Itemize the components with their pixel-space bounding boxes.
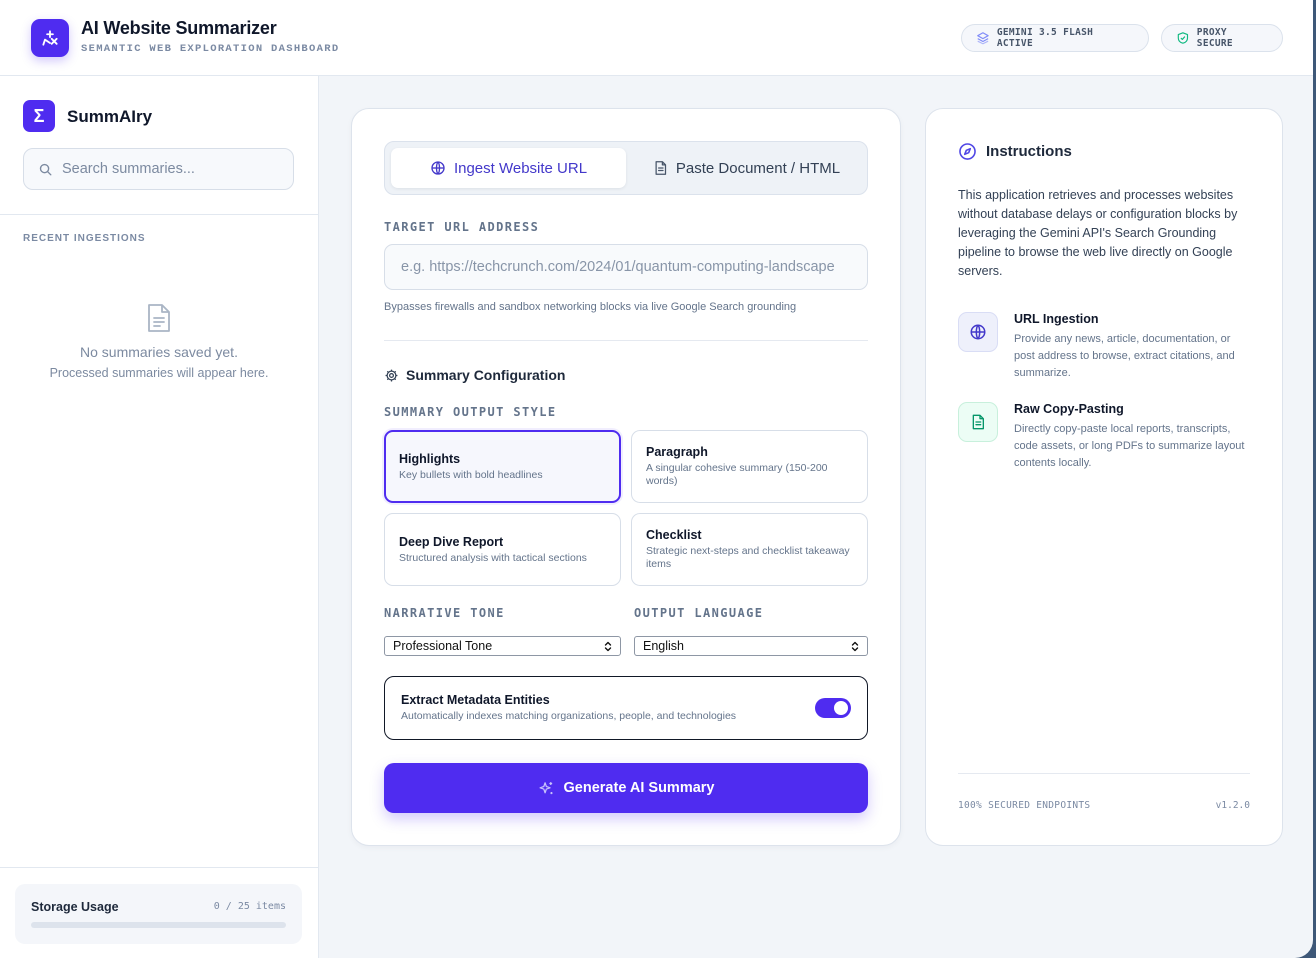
proxy-status-label: PROXY SECURE bbox=[1196, 27, 1233, 49]
storage-count: 0 / 25 items bbox=[213, 901, 286, 912]
globe-icon bbox=[970, 324, 986, 340]
search-icon bbox=[39, 163, 52, 175]
search-box bbox=[23, 148, 294, 190]
feature-description: Directly copy-paste local reports, trans… bbox=[1014, 423, 1245, 469]
brand-name: SummAIry bbox=[67, 107, 153, 126]
generate-summary-label: Generate AI Summary bbox=[563, 780, 715, 796]
tab-ingest-url[interactable]: Ingest Website URL bbox=[391, 148, 626, 188]
summarizer-form-card: Ingest Website URL Paste Document / HTML… bbox=[351, 108, 901, 846]
metadata-option-title: Extract Metadata Entities bbox=[401, 693, 550, 707]
compass-icon bbox=[959, 143, 976, 160]
instructions-title: Instructions bbox=[986, 143, 1072, 160]
select-arrows-icon bbox=[851, 641, 859, 651]
security-footer-label: 100% SECURED ENDPOINTS bbox=[958, 800, 1091, 811]
style-option-description: Structured analysis with tactical sectio… bbox=[399, 551, 587, 564]
brand-logo: Σ bbox=[23, 100, 55, 132]
sidebar-divider bbox=[0, 214, 318, 215]
style-option-title: Checklist bbox=[646, 528, 702, 542]
summary-configuration-heading: Summary Configuration bbox=[384, 367, 565, 383]
document-icon bbox=[655, 161, 666, 175]
feature-title: Raw Copy-Pasting bbox=[1014, 402, 1124, 416]
narrative-tone-label: NARRATIVE TONE bbox=[384, 606, 505, 620]
instructions-heading: Instructions bbox=[958, 142, 1072, 161]
toggle-knob bbox=[834, 701, 848, 715]
empty-state-title: No summaries saved yet. bbox=[80, 344, 238, 360]
url-field-label: TARGET URL ADDRESS bbox=[384, 220, 540, 234]
recent-ingestions-heading: RECENT INGESTIONS bbox=[23, 233, 146, 244]
version-label: v1.2.0 bbox=[1215, 800, 1250, 811]
style-option-title: Deep Dive Report bbox=[399, 534, 504, 549]
metadata-option-description: Automatically indexes matching organizat… bbox=[401, 710, 737, 722]
document-icon bbox=[148, 304, 170, 332]
url-hint: Bypasses firewalls and sandbox networkin… bbox=[384, 301, 797, 313]
style-option-checklist[interactable]: Checklist Strategic next-steps and check… bbox=[631, 513, 868, 586]
metadata-toggle[interactable] bbox=[815, 698, 851, 718]
gear-icon bbox=[385, 369, 398, 381]
sidebar-bottom-divider bbox=[0, 867, 318, 868]
select-arrows-icon bbox=[604, 641, 612, 651]
model-status-badge: GEMINI 3.5 FLASH ACTIVE bbox=[961, 24, 1149, 52]
style-option-description: Strategic next-steps and checklist takea… bbox=[646, 545, 850, 570]
tab-ingest-url-label: Ingest Website URL bbox=[453, 159, 588, 177]
sparkle-icon bbox=[42, 30, 58, 46]
summary-configuration-title: Summary Configuration bbox=[406, 367, 566, 383]
url-input[interactable] bbox=[384, 244, 868, 290]
feature-title: URL Ingestion bbox=[1014, 312, 1099, 326]
proxy-status-badge: PROXY SECURE bbox=[1161, 24, 1283, 52]
globe-icon bbox=[431, 161, 445, 175]
language-select[interactable]: English bbox=[634, 636, 868, 656]
generate-summary-button[interactable]: Generate AI Summary bbox=[384, 763, 868, 813]
search-input[interactable] bbox=[62, 161, 282, 177]
top-header: AI Website Summarizer SEMANTIC WEB EXPLO… bbox=[0, 0, 1313, 76]
instructions-divider bbox=[958, 773, 1250, 774]
language-select-value: English bbox=[643, 639, 684, 653]
tab-paste-document-label: Paste Document / HTML bbox=[675, 159, 841, 177]
app-subtitle: SEMANTIC WEB EXPLORATION DASHBOARD bbox=[81, 43, 340, 55]
app-logo bbox=[31, 19, 69, 57]
instructions-body: This application retrieves and processes… bbox=[958, 188, 1238, 278]
style-option-paragraph[interactable]: Paragraph A singular cohesive summary (1… bbox=[631, 430, 868, 503]
app-window: AI Website Summarizer SEMANTIC WEB EXPLO… bbox=[0, 0, 1313, 958]
feature-icon-box bbox=[958, 402, 998, 442]
form-divider bbox=[384, 340, 868, 341]
input-mode-tabs: Ingest Website URL Paste Document / HTML bbox=[384, 141, 868, 195]
sidebar: Σ SummAIry RECENT INGESTIONS No summarie… bbox=[0, 76, 319, 958]
layers-icon bbox=[977, 32, 989, 45]
storage-usage-panel: Storage Usage 0 / 25 items bbox=[15, 884, 302, 944]
instructions-card: Instructions This application retrieves … bbox=[925, 108, 1283, 846]
style-option-highlights[interactable]: Highlights Key bullets with bold headlin… bbox=[384, 430, 621, 503]
output-style-label: SUMMARY OUTPUT STYLE bbox=[384, 405, 557, 419]
storage-progress-bar bbox=[31, 922, 286, 928]
feature-icon-box bbox=[958, 312, 998, 352]
style-option-title: Highlights bbox=[399, 451, 461, 466]
style-option-description: A singular cohesive summary (150-200 wor… bbox=[646, 462, 828, 487]
app-title: AI Website Summarizer bbox=[81, 18, 277, 38]
tone-select[interactable]: Professional Tone bbox=[384, 636, 621, 656]
style-option-description: Key bullets with bold headlines bbox=[399, 468, 543, 481]
document-icon bbox=[972, 414, 984, 430]
style-option-deep-dive[interactable]: Deep Dive Report Structured analysis wit… bbox=[384, 513, 621, 586]
style-option-title: Paragraph bbox=[646, 445, 708, 459]
output-language-label: OUTPUT LANGUAGE bbox=[634, 606, 764, 620]
empty-state-subtitle: Processed summaries will appear here. bbox=[49, 366, 269, 380]
shield-check-icon bbox=[1177, 32, 1189, 44]
feature-description: Provide any news, article, documentation… bbox=[1014, 333, 1235, 379]
metadata-extraction-option: Extract Metadata Entities Automatically … bbox=[384, 676, 868, 740]
sparkles-icon bbox=[539, 781, 553, 794]
tone-select-value: Professional Tone bbox=[393, 639, 493, 653]
storage-label: Storage Usage bbox=[31, 900, 119, 914]
tab-paste-document[interactable]: Paste Document / HTML bbox=[630, 148, 863, 188]
model-status-label: GEMINI 3.5 FLASH ACTIVE bbox=[996, 27, 1094, 49]
